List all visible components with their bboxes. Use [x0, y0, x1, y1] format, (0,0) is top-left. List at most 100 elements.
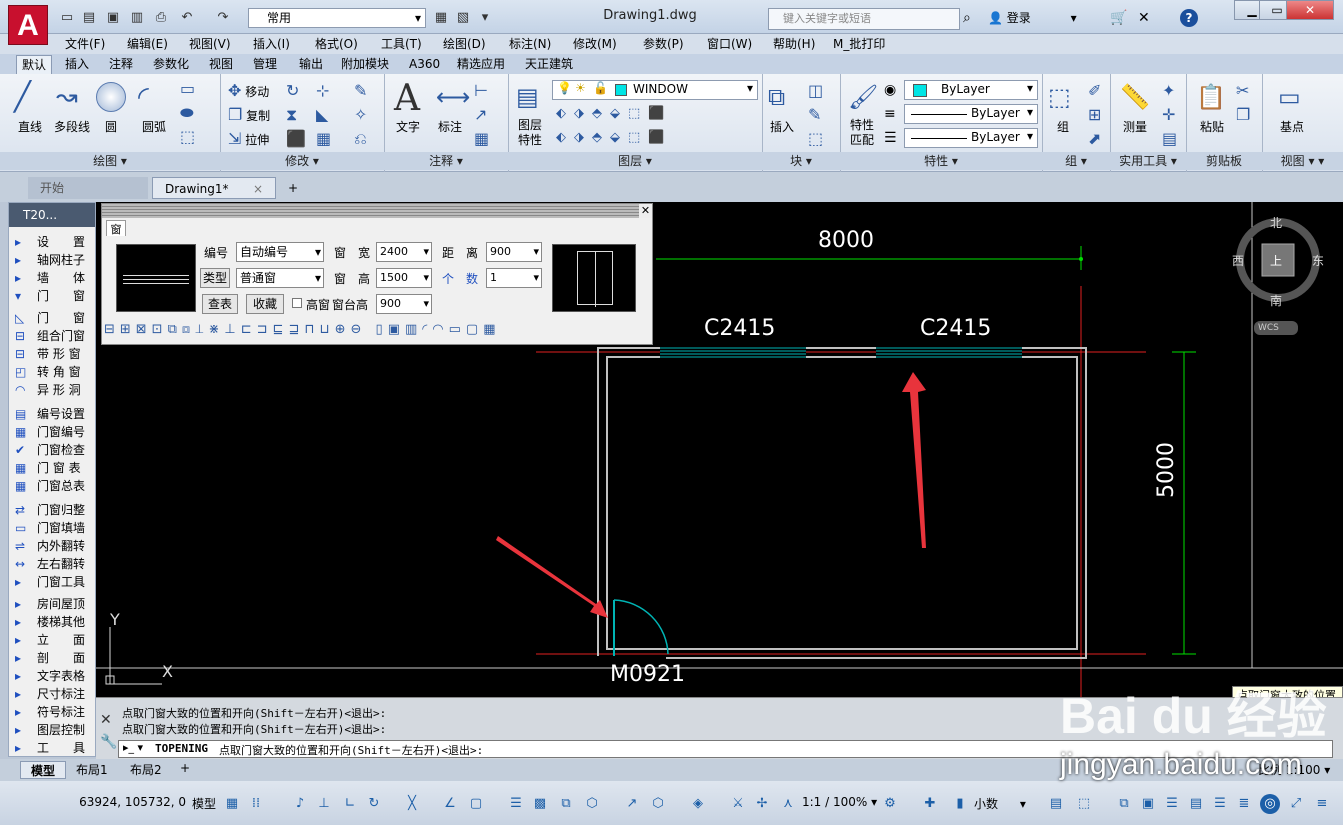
close-tab-icon[interactable]: × — [253, 178, 263, 200]
annotation-scale-icon[interactable]: ⋏ — [778, 794, 798, 814]
toolbar-item-20[interactable]: ▸ 楼梯其他 — [11, 613, 95, 631]
toolbar-item-12[interactable]: ▦ 门 窗 表 — [11, 459, 95, 477]
offset-icon[interactable]: ⎌ — [354, 130, 367, 148]
toolbar-header[interactable]: T20... — [9, 203, 95, 227]
ribbon-tab-3[interactable]: 参数化 — [148, 55, 194, 74]
color-dropdown[interactable]: ByLayer ▾ — [904, 80, 1038, 100]
clipboard-panel-title[interactable]: 剪贴板 — [1186, 152, 1262, 170]
ribbon-tab-6[interactable]: 输出 — [294, 55, 328, 74]
toolbar-item-0[interactable]: ▸ 设 置 — [11, 233, 95, 251]
draw-panel-title[interactable]: 绘图 ▾ — [0, 152, 220, 170]
viewcube-top[interactable]: 上 — [1270, 252, 1282, 269]
print-icon[interactable]: ⎙ — [152, 9, 170, 27]
menu-item-12[interactable]: M_批打印 — [830, 35, 888, 53]
layer-properties-icon[interactable]: ▤ — [516, 82, 539, 112]
toolbar-item-19[interactable]: ▸ 房间屋顶 — [11, 595, 95, 613]
fillet-icon[interactable]: ◣ — [316, 106, 328, 124]
measure-button[interactable]: 测量 — [1116, 118, 1154, 135]
menu-item-7[interactable]: 标注(N) — [506, 35, 554, 53]
properties-panel-title[interactable]: 特性 ▾ — [840, 152, 1042, 170]
toolbar-item-18[interactable]: ▸ 门窗工具 — [11, 573, 95, 591]
new-icon[interactable]: ▭ — [58, 9, 76, 27]
layout-tab-0[interactable]: 模型 — [20, 761, 67, 779]
toolbar-item-25[interactable]: ▸ 符号标注 — [11, 703, 95, 721]
help-icon[interactable]: ? — [1180, 9, 1198, 27]
toolbar-item-27[interactable]: ▸ 工 具 — [11, 739, 95, 757]
toolbar-item-11[interactable]: ✔ 门窗检查 — [11, 441, 95, 459]
plus-icon[interactable]: ✚ — [920, 794, 940, 814]
scale-icon[interactable]: ⬛ — [286, 130, 306, 148]
gizmo-icon[interactable]: ◈ — [688, 794, 708, 814]
copy-button[interactable]: ❐ 复制 — [228, 106, 270, 124]
ribbon-tab-0[interactable]: 默认 — [16, 55, 53, 74]
group-select-icon[interactable]: ⬈ — [1088, 130, 1101, 148]
high-window-checkbox[interactable] — [292, 298, 302, 308]
rotate-icon[interactable]: ↻ — [286, 82, 299, 100]
app-logo[interactable]: A — [8, 5, 48, 45]
view-panel-title[interactable]: 视图 ▾ ▾ — [1262, 152, 1343, 170]
edit-block-icon[interactable]: ✎ — [808, 106, 821, 124]
toolbar-item-26[interactable]: ▸ 图层控制 — [11, 721, 95, 739]
3d-osnap-icon[interactable]: ⬡ — [582, 794, 602, 814]
units-icon[interactable]: ▮ — [950, 794, 970, 814]
menu-item-3[interactable]: 插入(I) — [250, 35, 293, 53]
dynamic-input-icon[interactable]: ⊥ — [314, 794, 334, 814]
wcs-menu[interactable]: WCS — [1254, 321, 1298, 335]
toolbar-item-13[interactable]: ▦ 门窗总表 — [11, 477, 95, 495]
isodraft-icon[interactable]: ╳ — [402, 794, 422, 814]
match-properties-button[interactable]: 特性 匹配 — [842, 118, 882, 148]
toolbar-item-7[interactable]: ◰ 转 角 窗 — [11, 363, 95, 381]
toolbar-item-3[interactable]: ▾ 门 窗 — [11, 287, 95, 305]
dimension-button[interactable]: 标注 — [432, 118, 468, 135]
lookup-table-button[interactable]: 查表 — [202, 294, 238, 314]
polyline-icon[interactable]: ↝ — [56, 80, 78, 114]
explode-icon[interactable]: ✧ — [354, 106, 367, 124]
dynamic-ucs-icon[interactable]: ↗ — [622, 794, 642, 814]
boundary-icon[interactable]: ⬚ — [180, 128, 195, 146]
object-snap-icon[interactable]: ▢ — [466, 794, 486, 814]
wrench-icon[interactable]: 🔧 — [100, 734, 117, 750]
polar-icon[interactable]: ↻ — [364, 794, 384, 814]
erase-icon[interactable]: ✎ — [354, 82, 367, 100]
rectangle-icon[interactable]: ▭ — [180, 80, 195, 98]
create-block-icon[interactable]: ◫ — [808, 82, 823, 100]
viewcube-east[interactable]: 东 — [1312, 252, 1324, 269]
attribute-icon[interactable]: ⬚ — [808, 130, 823, 148]
layer-tools-row2[interactable]: ⬖⬗⬘⬙⬚⬛ — [556, 130, 672, 145]
workspace-switch-icon[interactable]: ⚙ — [880, 794, 900, 814]
menu-item-0[interactable]: 文件(F) — [62, 35, 108, 53]
saveas-icon[interactable]: ▥ — [128, 9, 146, 27]
selection-filter-icon[interactable]: ⬡ — [648, 794, 668, 814]
toolbar-item-14[interactable]: ⇄ 门窗归整 — [11, 501, 95, 519]
menu-item-1[interactable]: 编辑(E) — [124, 35, 171, 53]
units-dropdown[interactable]: 小数 ▾ — [974, 795, 1044, 812]
lineweight-toggle-icon[interactable]: ☰ — [506, 794, 526, 814]
paste-button[interactable]: 粘贴 — [1194, 118, 1230, 135]
type-button[interactable]: 类型 — [200, 268, 230, 288]
line-icon[interactable]: ╱ — [14, 80, 31, 114]
sill-input[interactable]: 900 ▾ — [376, 294, 432, 314]
ortho-icon[interactable]: ∟ — [340, 794, 360, 814]
groups-panel-title[interactable]: 组 ▾ — [1042, 152, 1110, 170]
ribbon-tab-10[interactable]: 天正建筑 — [520, 55, 578, 74]
lineweight-dropdown[interactable]: ByLayer ▾ — [904, 128, 1038, 148]
calculator-icon[interactable]: ▤ — [1162, 130, 1177, 148]
base-view-icon[interactable]: ▭ — [1278, 82, 1301, 112]
table-icon[interactable]: ▦ — [474, 130, 489, 148]
layer-tools-row1[interactable]: ⬖⬗⬘⬙⬚⬛ — [556, 106, 672, 121]
layers-panel-title[interactable]: 图层 ▾ — [508, 152, 762, 170]
height-input[interactable]: 1500 ▾ — [376, 268, 432, 288]
count-input[interactable]: 1 ▾ — [486, 268, 542, 288]
tab-drawing1[interactable]: Drawing1* × — [152, 177, 276, 199]
circle-icon[interactable] — [96, 82, 126, 112]
insert-button[interactable]: 插入 — [764, 118, 800, 135]
add-layout-button[interactable]: + — [180, 761, 190, 775]
group-icon[interactable]: ⬚ — [1048, 82, 1071, 112]
toolbar-item-4[interactable]: ◺ 门 窗 — [11, 309, 95, 327]
dimension-icon[interactable]: ⟷ — [436, 82, 470, 112]
utilities-panel-title[interactable]: 实用工具 ▾ — [1110, 152, 1186, 170]
object-snap-tracking-icon[interactable]: ∠ — [440, 794, 460, 814]
arc-icon[interactable]: ◜ — [138, 80, 149, 114]
annotation-scale-dropdown[interactable]: 1:1 / 100% ▾ — [802, 795, 877, 809]
array-icon[interactable]: ▦ — [316, 130, 331, 148]
